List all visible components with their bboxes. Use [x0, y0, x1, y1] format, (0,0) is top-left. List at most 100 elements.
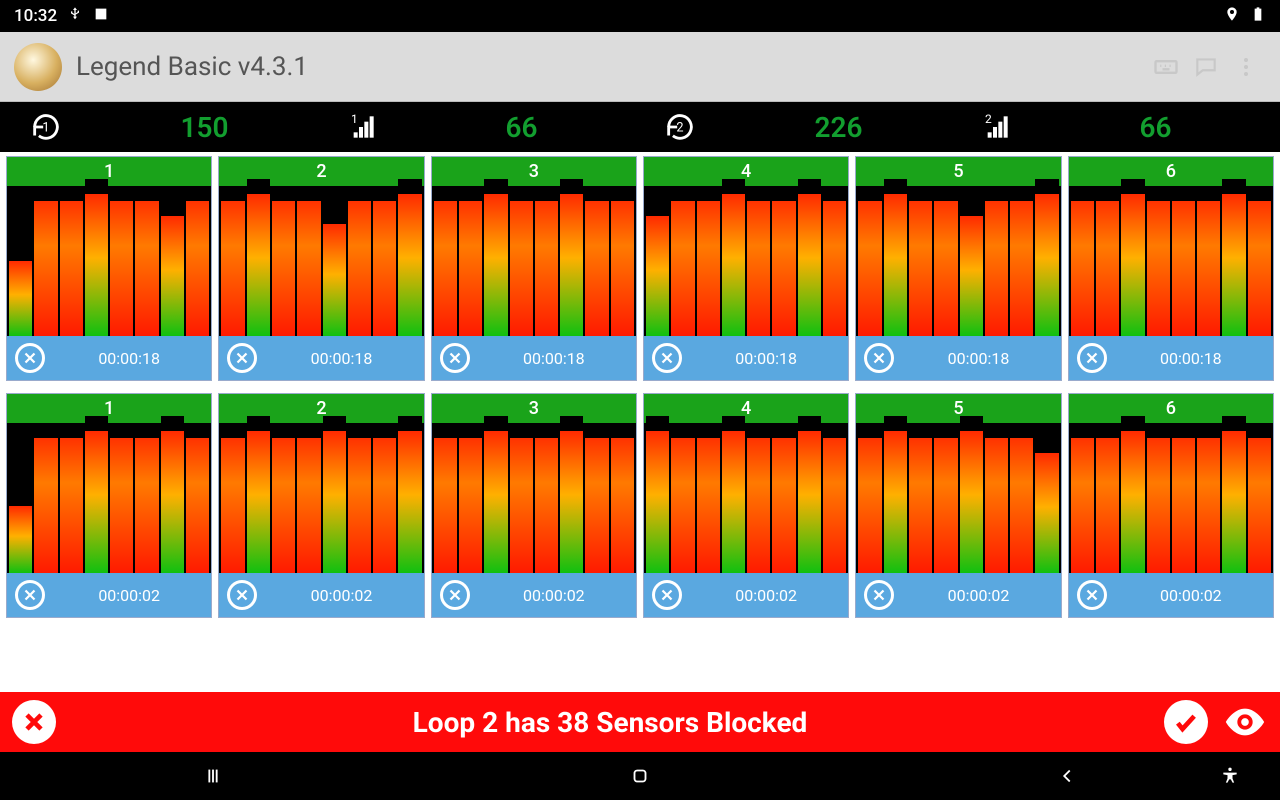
sensor-bars — [644, 186, 848, 336]
sensor-card[interactable]: 400:00:18 — [643, 156, 849, 381]
loop1-signal-value: 66 — [403, 111, 640, 144]
sensor-clear-button[interactable] — [227, 343, 257, 373]
svg-text:1: 1 — [42, 120, 49, 135]
sensor-card-footer: 00:00:02 — [7, 573, 211, 617]
sensor-clear-button[interactable] — [227, 580, 257, 610]
sensor-card-footer: 00:00:18 — [7, 336, 211, 380]
image-icon — [93, 6, 109, 27]
sensor-clear-button[interactable] — [652, 580, 682, 610]
loop1-signal-icon: 1 — [323, 111, 403, 143]
sensor-clear-button[interactable] — [1077, 343, 1107, 373]
sensor-bars — [7, 186, 211, 336]
summary-bar: 1 150 1 66 2 226 2 66 — [0, 102, 1280, 152]
sensor-timer: 00:00:02 — [480, 586, 628, 605]
sensor-bars — [219, 423, 423, 573]
sensor-timer: 00:00:02 — [55, 586, 203, 605]
loop1-rate-value: 150 — [86, 111, 323, 144]
sensor-timer: 00:00:02 — [692, 586, 840, 605]
alert-message: Loop 2 has 38 Sensors Blocked — [70, 706, 1150, 739]
sensor-card-footer: 00:00:02 — [644, 573, 848, 617]
nav-home-button[interactable] — [610, 765, 670, 787]
sensor-card[interactable]: 1 00:00:18 — [6, 156, 212, 381]
sensor-card-footer: 00:00:02 — [1069, 573, 1273, 617]
nav-recent-button[interactable] — [183, 765, 243, 787]
usb-icon — [67, 6, 83, 27]
sensor-card[interactable]: 200:00:02 — [218, 393, 424, 618]
sensor-card[interactable]: 500:00:02 — [855, 393, 1061, 618]
keyboard-icon[interactable] — [1146, 47, 1186, 87]
nav-accessibility-button[interactable] — [1200, 766, 1260, 786]
sensor-card[interactable]: 3 00:00:02 — [431, 393, 637, 618]
sensor-card-number: 3 — [432, 394, 636, 423]
app-logo-icon — [14, 43, 62, 91]
sensor-card-footer: 00:00:02 — [219, 573, 423, 617]
sensor-bars — [856, 186, 1060, 336]
sensor-card-footer: 00:00:02 — [856, 573, 1060, 617]
sensor-clear-button[interactable] — [15, 343, 45, 373]
loop2-rate-value: 226 — [720, 111, 957, 144]
android-nav-bar — [0, 752, 1280, 800]
loop2-rate-icon: 2 — [640, 110, 720, 144]
sensor-row: 100:00:02200:00:02300:00:02400:00:02500:… — [6, 393, 1274, 618]
alert-confirm-button[interactable] — [1164, 700, 1208, 744]
overflow-menu-icon[interactable] — [1226, 47, 1266, 87]
sensor-timer: 00:00:02 — [904, 586, 1052, 605]
android-status-bar: 10:32 — [0, 0, 1280, 32]
sensor-clear-button[interactable] — [440, 343, 470, 373]
sensor-card-number: 3 — [432, 157, 636, 186]
sensor-clear-button[interactable] — [1077, 580, 1107, 610]
sensor-card-footer: 00:00:18 — [856, 336, 1060, 380]
sensor-clear-button[interactable] — [15, 580, 45, 610]
alert-dismiss-button[interactable] — [12, 700, 56, 744]
sensor-card[interactable]: 3 00:00:18 — [431, 156, 637, 381]
sensor-bars — [1069, 423, 1273, 573]
sensor-card[interactable]: 400:00:02 — [643, 393, 849, 618]
sensor-bars — [432, 423, 636, 573]
svg-text:2: 2 — [985, 112, 992, 126]
sensor-card-footer: 00:00:18 — [432, 336, 636, 380]
chat-icon[interactable] — [1186, 47, 1226, 87]
sensor-timer: 00:00:18 — [1117, 349, 1265, 368]
sensor-timer: 00:00:18 — [267, 349, 415, 368]
sensor-card[interactable]: 100:00:02 — [6, 393, 212, 618]
app-header: Legend Basic v4.3.1 — [0, 32, 1280, 102]
sensor-bars — [432, 186, 636, 336]
sensor-card-footer: 00:00:18 — [1069, 336, 1273, 380]
sensor-bars — [856, 423, 1060, 573]
sensor-card-number: 1 — [7, 157, 211, 186]
sensor-timer: 00:00:02 — [1117, 586, 1265, 605]
sensor-grid: 100:00:18200:00:18300:00:18400:00:18500:… — [0, 152, 1280, 692]
sensor-bars — [7, 423, 211, 573]
loop1-rate-icon: 1 — [6, 110, 86, 144]
svg-text:2: 2 — [676, 120, 683, 135]
sensor-card-footer: 00:00:18 — [219, 336, 423, 380]
sensor-clear-button[interactable] — [864, 580, 894, 610]
loop2-signal-icon: 2 — [957, 111, 1037, 143]
sensor-card-footer: 00:00:18 — [644, 336, 848, 380]
app-title: Legend Basic v4.3.1 — [76, 52, 1146, 82]
alert-bar: Loop 2 has 38 Sensors Blocked — [0, 692, 1280, 752]
sensor-timer: 00:00:02 — [267, 586, 415, 605]
sensor-timer: 00:00:18 — [480, 349, 628, 368]
alert-view-button[interactable] — [1222, 699, 1268, 745]
sensor-bars — [644, 423, 848, 573]
sensor-card[interactable]: 600:00:18 — [1068, 156, 1274, 381]
svg-text:1: 1 — [351, 112, 358, 126]
sensor-card[interactable]: 600:00:02 — [1068, 393, 1274, 618]
loop2-signal-value: 66 — [1037, 111, 1274, 144]
sensor-row: 100:00:18200:00:18300:00:18400:00:18500:… — [6, 156, 1274, 381]
location-icon — [1224, 6, 1240, 27]
sensor-card[interactable]: 200:00:18 — [218, 156, 424, 381]
sensor-clear-button[interactable] — [864, 343, 894, 373]
nav-back-button[interactable] — [1037, 765, 1097, 787]
sensor-clear-button[interactable] — [652, 343, 682, 373]
sensor-card-footer: 00:00:02 — [432, 573, 636, 617]
sensor-bars — [1069, 186, 1273, 336]
battery-icon — [1250, 6, 1266, 27]
status-time: 10:32 — [14, 6, 57, 26]
sensor-bars — [219, 186, 423, 336]
sensor-timer: 00:00:18 — [692, 349, 840, 368]
sensor-clear-button[interactable] — [440, 580, 470, 610]
sensor-card[interactable]: 500:00:18 — [855, 156, 1061, 381]
sensor-timer: 00:00:18 — [55, 349, 203, 368]
